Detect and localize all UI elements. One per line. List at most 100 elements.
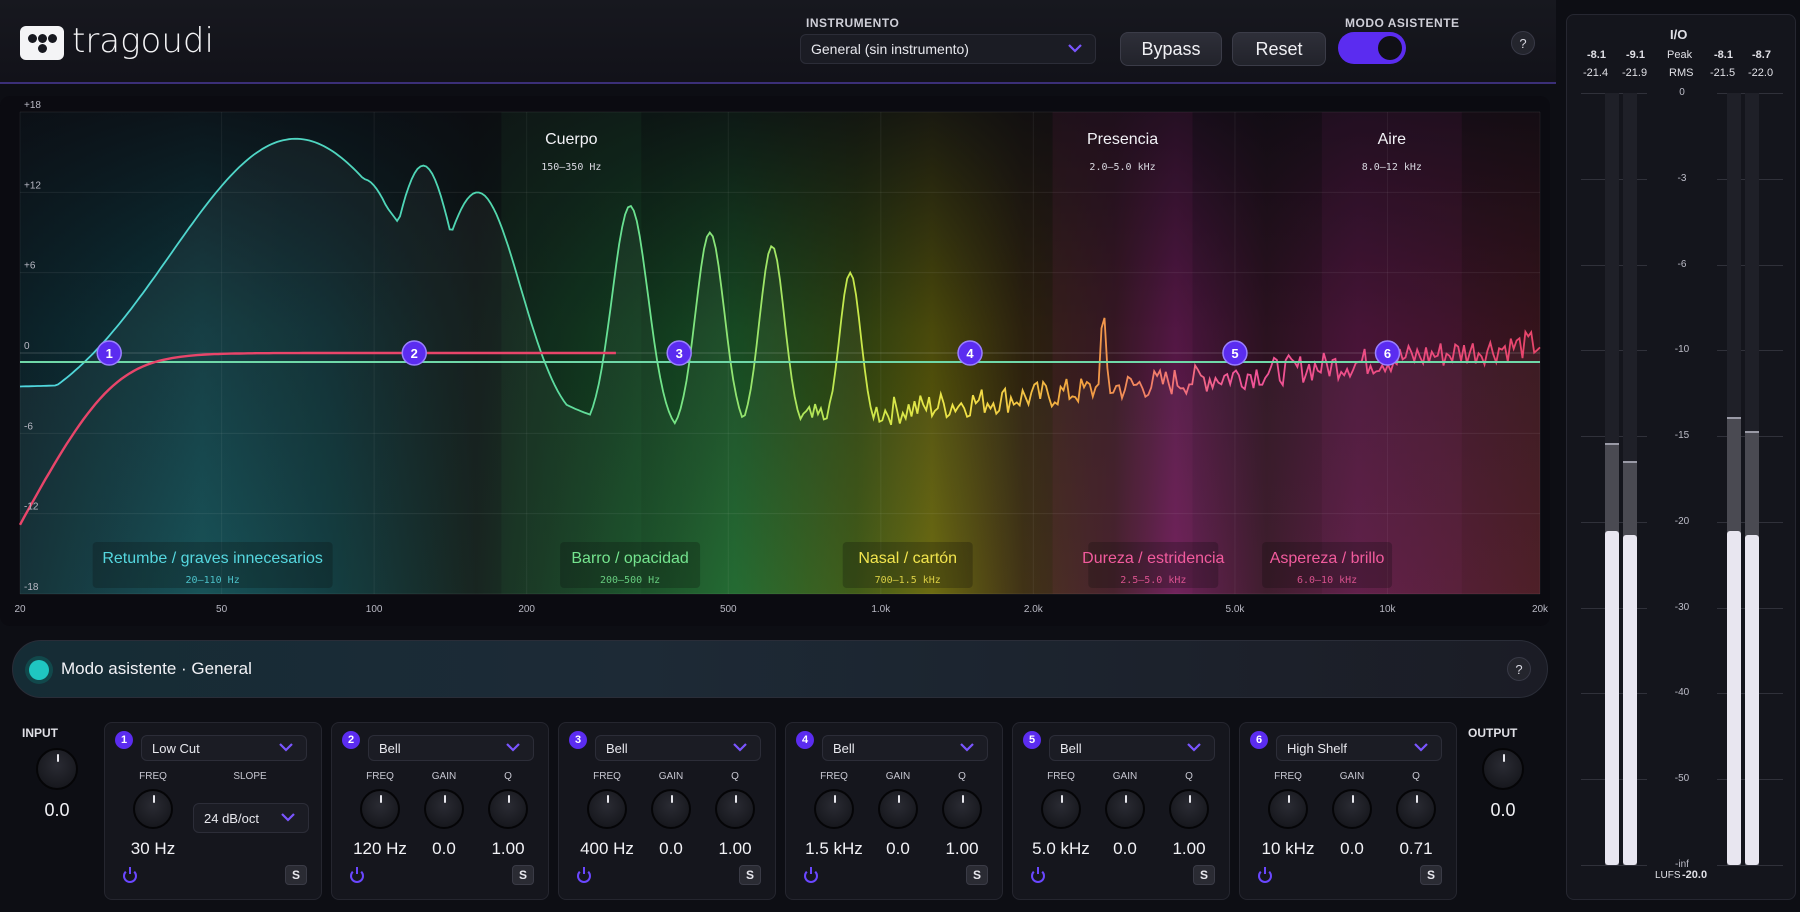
q-knob[interactable] xyxy=(488,789,528,829)
band-type-value: Low Cut xyxy=(152,740,200,756)
chevron-down-icon xyxy=(281,813,295,822)
band-panel-4: 4 Bell FREQ 1.5 kHz GAIN 0.0 Q 1.00 S xyxy=(785,722,1003,900)
assistant-help-button[interactable]: ? xyxy=(1507,657,1531,681)
meter-rms-fill xyxy=(1727,531,1741,865)
power-icon[interactable] xyxy=(804,867,818,883)
chevron-down-icon xyxy=(1068,44,1082,53)
meter-rms-fill xyxy=(1605,531,1619,865)
io-meters: I/O -8.1 -9.1 Peak -8.1 -8.7 -21.4 -21.9… xyxy=(1566,14,1796,900)
freq-knob[interactable] xyxy=(360,789,400,829)
eq-node-label: 5 xyxy=(1231,346,1238,361)
band-type-select[interactable]: Bell xyxy=(822,735,988,761)
meter-scale-label: -30 xyxy=(1674,601,1690,613)
param-label: Q xyxy=(504,771,512,782)
solo-button[interactable]: S xyxy=(1420,865,1442,885)
eq-node-1[interactable]: 1 xyxy=(96,340,122,366)
freq-knob[interactable] xyxy=(1041,789,1081,829)
meter-scale-label: -20 xyxy=(1674,515,1690,527)
input-gain-knob[interactable] xyxy=(36,748,78,790)
assistant-mode-toggle[interactable] xyxy=(1338,32,1406,64)
power-icon[interactable] xyxy=(577,867,591,883)
bypass-button[interactable]: Bypass xyxy=(1120,32,1222,66)
power-icon[interactable] xyxy=(123,867,137,883)
gain-knob[interactable] xyxy=(651,789,691,829)
solo-button[interactable]: S xyxy=(739,865,761,885)
power-icon[interactable] xyxy=(1258,867,1272,883)
power-icon[interactable] xyxy=(350,867,364,883)
gain-knob[interactable] xyxy=(1332,789,1372,829)
q-knob[interactable] xyxy=(715,789,755,829)
q-knob[interactable] xyxy=(1396,789,1436,829)
x-tick-label: 20 xyxy=(14,604,26,615)
out-peak-right: -8.7 xyxy=(1752,49,1771,61)
band-type-select[interactable]: Bell xyxy=(595,735,761,761)
output-gain-value: 0.0 xyxy=(1490,800,1516,820)
y-tick-label: -6 xyxy=(24,421,33,432)
band-type-value: Bell xyxy=(606,740,628,756)
logo-icon xyxy=(20,26,64,60)
q-value: 1.00 xyxy=(945,839,979,858)
chevron-down-icon xyxy=(279,743,293,752)
band-type-select[interactable]: Low Cut xyxy=(141,735,307,761)
param-label: Q xyxy=(731,771,739,782)
band-type-value: Bell xyxy=(1060,740,1082,756)
solo-button[interactable]: S xyxy=(285,865,307,885)
band-type-select[interactable]: High Shelf xyxy=(1276,735,1442,761)
eq-node-2[interactable]: 2 xyxy=(401,340,428,366)
freq-value: 30 Hz xyxy=(130,839,176,858)
param-label: FREQ xyxy=(1047,771,1075,782)
eq-node-6[interactable]: 6 xyxy=(1374,340,1401,366)
band-type-select[interactable]: Bell xyxy=(1049,735,1215,761)
gain-knob[interactable] xyxy=(424,789,464,829)
x-tick-label: 100 xyxy=(366,604,383,615)
gain-knob[interactable] xyxy=(1105,789,1145,829)
eq-node-5[interactable]: 5 xyxy=(1222,340,1248,366)
freq-knob[interactable] xyxy=(814,789,854,829)
x-tick-label: 500 xyxy=(720,604,737,615)
band-type-select[interactable]: Bell xyxy=(368,735,534,761)
band-type-value: Bell xyxy=(379,740,401,756)
reset-button[interactable]: Reset xyxy=(1232,32,1326,66)
eq-node-3[interactable]: 3 xyxy=(666,340,692,366)
x-tick-label: 2.0k xyxy=(1024,604,1044,615)
band-number-badge: 5 xyxy=(1023,731,1041,749)
solo-button[interactable]: S xyxy=(1193,865,1215,885)
x-tick-label: 200 xyxy=(518,604,535,615)
meter-rms-fill xyxy=(1745,535,1759,865)
y-tick-label: 0 xyxy=(24,341,30,352)
target-zone-name: Cuerpo xyxy=(545,131,598,148)
output-gain-knob[interactable] xyxy=(1482,748,1524,790)
help-button[interactable]: ? xyxy=(1511,31,1535,55)
param-label: GAIN xyxy=(431,771,457,782)
freq-knob[interactable] xyxy=(133,789,173,829)
meter-scale-label: -15 xyxy=(1674,430,1690,442)
x-tick-label: 20k xyxy=(1532,604,1549,615)
solo-button[interactable]: S xyxy=(512,865,534,885)
freq-knob[interactable] xyxy=(587,789,627,829)
eq-node-4[interactable]: 4 xyxy=(957,340,983,366)
chevron-down-icon xyxy=(1414,743,1428,752)
y-tick-label: -18 xyxy=(24,582,39,593)
assistant-bar: Modo asistente · General ? xyxy=(12,640,1548,698)
freq-knob[interactable] xyxy=(1268,789,1308,829)
gain-knob[interactable] xyxy=(878,789,918,829)
param-label: GAIN xyxy=(658,771,684,782)
instrument-select[interactable]: General (sin instrumento) xyxy=(800,34,1096,64)
in-rms-left: -21.4 xyxy=(1583,67,1609,79)
meter-scale-label: -40 xyxy=(1674,687,1690,699)
eq-graph-canvas[interactable]: Cuerpo 150–350 Hz Presencia 2.0–5.0 kHz Aire… xyxy=(0,96,1550,626)
solo-button[interactable]: S xyxy=(966,865,988,885)
param-label: FREQ xyxy=(139,771,167,782)
eq-graph[interactable]: Cuerpo 150–350 Hz Presencia 2.0–5.0 kHz Aire… xyxy=(0,96,1550,626)
slope-select[interactable]: 24 dB/oct xyxy=(193,803,309,833)
param-label: FREQ xyxy=(593,771,621,782)
power-icon[interactable] xyxy=(1031,867,1045,883)
meter-gridline xyxy=(1581,865,1647,866)
band-number-badge: 2 xyxy=(342,731,360,749)
toggle-knob xyxy=(1378,36,1402,60)
param-label: Q xyxy=(1185,771,1193,782)
out-rms-right: -22.0 xyxy=(1748,67,1774,79)
q-value: 1.00 xyxy=(1172,839,1206,858)
q-knob[interactable] xyxy=(942,789,982,829)
q-knob[interactable] xyxy=(1169,789,1209,829)
